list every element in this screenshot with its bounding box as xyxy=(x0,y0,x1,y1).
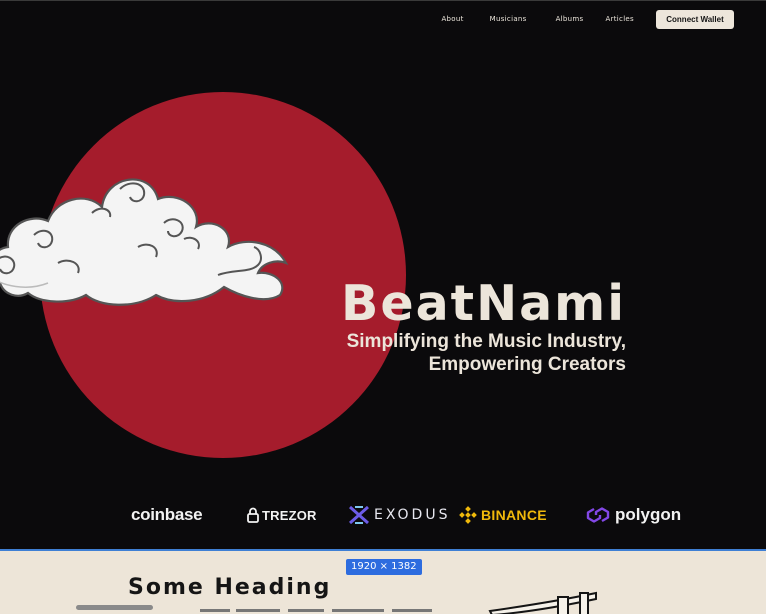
binance-logo[interactable]: BINANCE xyxy=(459,500,547,530)
heading-underline xyxy=(76,605,153,610)
trezor-logo[interactable]: TREZOR xyxy=(247,500,317,530)
hero-tagline: Simplifying the Music Industry, Empoweri… xyxy=(296,330,626,376)
tagline-line-2: Empowering Creators xyxy=(428,354,626,375)
binance-wordmark: BINANCE xyxy=(481,507,547,523)
partner-logos: coinbase TREZOR EXODUS BINANCE polygon xyxy=(0,500,766,530)
trezor-wordmark: TREZOR xyxy=(262,507,317,523)
polygon-chain-icon xyxy=(586,507,610,523)
connect-wallet-button[interactable]: Connect Wallet xyxy=(656,9,734,29)
tagline-line-1: Simplifying the Music Industry, xyxy=(346,331,626,352)
padlock-icon xyxy=(247,507,259,523)
content-section: Some Heading 1920 × 1382 xyxy=(0,551,766,614)
brand-title: BeatNami xyxy=(341,275,626,332)
nav-link-about[interactable]: About xyxy=(441,15,463,23)
exodus-logo[interactable]: EXODUS xyxy=(349,500,450,530)
nav-link-musicians[interactable]: Musicians xyxy=(490,15,527,23)
coinbase-wordmark: coinbase xyxy=(131,505,203,524)
torii-gate-illustration xyxy=(488,591,597,614)
coinbase-logo[interactable]: coinbase xyxy=(131,500,203,530)
exodus-wordmark: EXODUS xyxy=(374,507,451,523)
hero-section: About Musicians Albums Articles Connect … xyxy=(0,0,766,549)
polygon-wordmark: polygon xyxy=(615,505,682,524)
nav-link-articles[interactable]: Articles xyxy=(605,15,634,23)
section-heading: Some Heading xyxy=(128,575,332,600)
binance-diamond-icon xyxy=(459,506,477,524)
polygon-logo[interactable]: polygon xyxy=(585,500,681,530)
top-nav: About Musicians Albums Articles Connect … xyxy=(441,9,734,29)
cloud-illustration xyxy=(0,178,289,306)
body-text-fragment xyxy=(200,609,432,612)
exodus-x-icon xyxy=(349,506,369,524)
nav-link-albums[interactable]: Albums xyxy=(556,15,584,23)
image-size-badge: 1920 × 1382 xyxy=(346,559,422,575)
